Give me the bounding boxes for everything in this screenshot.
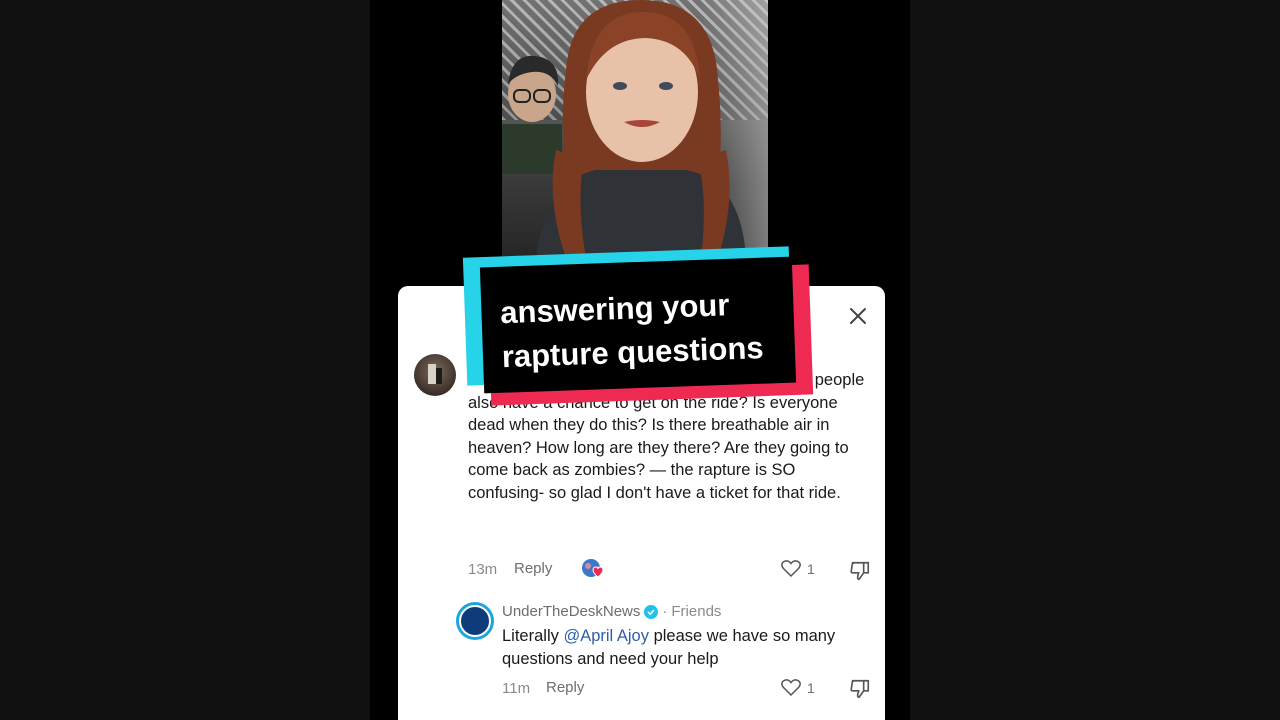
reply-avatar[interactable]: [456, 602, 494, 640]
avatar-image: [428, 364, 442, 384]
undertheDesknews-logo: [459, 605, 491, 637]
reply-reply-button[interactable]: Reply: [546, 679, 584, 696]
thumbs-down-icon[interactable]: [849, 678, 871, 700]
heart-icon: [781, 679, 801, 697]
reply-like-count: 1: [807, 679, 815, 696]
reply-username[interactable]: UnderTheDeskNews: [502, 603, 640, 620]
creator-liked-icon: [582, 559, 603, 578]
reply-mention[interactable]: @April Ajoy: [563, 627, 649, 645]
video-frame[interactable]: [502, 0, 768, 258]
presenter: [536, 0, 746, 258]
reply-separator: ·: [662, 603, 668, 620]
commenter-avatar[interactable]: [414, 354, 456, 396]
left-letterbox: [0, 0, 370, 720]
reply-timestamp: 11m: [502, 680, 531, 697]
caption-sticker: answering your rapture questions: [462, 246, 815, 406]
right-letterbox: [910, 0, 1280, 720]
reply-text: Literally @April Ajoy please we have so …: [502, 625, 872, 670]
reply-header: UnderTheDeskNews · Friends: [502, 603, 721, 620]
heart-icon: [781, 560, 801, 578]
comment-like-button[interactable]: 1: [781, 559, 815, 578]
video-stage: So ... people can ... bounce down? And J…: [370, 0, 910, 720]
reply-like-button[interactable]: 1: [781, 678, 815, 697]
friends-badge: Friends: [671, 603, 722, 620]
verified-check-icon: [644, 604, 659, 619]
close-icon[interactable]: [846, 304, 870, 328]
comment-like-count: 1: [807, 560, 815, 577]
thumbs-down-icon[interactable]: [849, 560, 871, 582]
comment-reply-button[interactable]: Reply: [514, 560, 552, 577]
caption-text: answering your rapture questions: [500, 281, 803, 379]
comment-timestamp: 13m: [468, 561, 498, 578]
reply-text-before: Literally: [502, 627, 564, 645]
